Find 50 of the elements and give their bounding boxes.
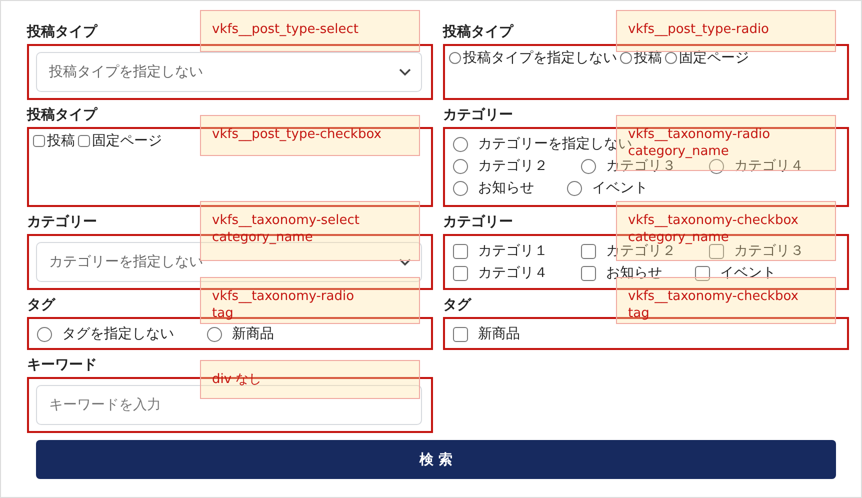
annotation-tooltip: vkfs__post_type-select (200, 10, 420, 52)
field-label: 投稿タイプ (27, 106, 97, 124)
radio-button[interactable] (453, 158, 468, 174)
option-label[interactable]: 投稿タイプを指定しない (463, 49, 617, 67)
checkbox[interactable] (709, 244, 724, 258)
radio-button[interactable] (207, 326, 222, 342)
checkbox[interactable] (581, 266, 596, 280)
option-label[interactable]: タグを指定しない (62, 325, 174, 343)
option-label[interactable]: カテゴリ３ (734, 242, 804, 260)
checkbox[interactable] (453, 326, 468, 342)
option-label[interactable]: 新商品 (478, 325, 520, 343)
radio-button[interactable] (453, 136, 468, 152)
chevron-down-icon (399, 68, 411, 76)
annotation-tooltip: vkfs__post_type-checkbox (200, 115, 420, 156)
option-label[interactable]: 固定ページ (92, 132, 162, 150)
field-label: カテゴリー (27, 213, 97, 231)
option-label[interactable]: 新商品 (232, 325, 274, 343)
field-label: タグ (27, 296, 55, 314)
annotation-tooltip: vkfs__post_type-radio (616, 10, 836, 52)
chevron-down-icon (399, 258, 411, 266)
radio-button[interactable] (665, 52, 677, 64)
keyword-input-field[interactable]: キーワードを入力 (36, 385, 422, 425)
radio-button[interactable] (620, 52, 632, 64)
select-field[interactable]: 投稿タイプを指定しない (36, 52, 422, 92)
radio-button[interactable] (567, 180, 582, 196)
radio-button[interactable] (453, 180, 468, 196)
field-label: 投稿タイプ (443, 23, 513, 41)
option-label[interactable]: 投稿 (47, 132, 75, 150)
option-label[interactable]: お知らせ (478, 179, 534, 197)
placeholder-text: 投稿タイプを指定しない (49, 63, 203, 81)
field-label: キーワード (27, 356, 97, 374)
field-label: タグ (443, 296, 471, 314)
field-label: カテゴリー (443, 213, 513, 231)
option-label[interactable]: カテゴリ２ (478, 157, 548, 175)
radio-button[interactable] (449, 52, 461, 64)
search-button[interactable]: 検 索 (36, 440, 836, 479)
radio-button[interactable] (581, 158, 596, 174)
option-label[interactable]: イベント (592, 179, 648, 197)
option-label[interactable]: カテゴリ１ (478, 242, 548, 260)
checkbox[interactable] (581, 244, 596, 258)
checkbox[interactable] (453, 266, 468, 280)
checkbox[interactable] (695, 266, 710, 280)
radio-button[interactable] (709, 158, 724, 174)
field-label: 投稿タイプ (27, 23, 97, 41)
radio-button[interactable] (37, 326, 52, 342)
checkbox[interactable] (453, 244, 468, 258)
field-label: カテゴリー (443, 106, 513, 124)
checkbox[interactable] (78, 135, 90, 147)
option-label[interactable]: カテゴリ４ (478, 264, 548, 282)
checkbox[interactable] (33, 135, 45, 147)
